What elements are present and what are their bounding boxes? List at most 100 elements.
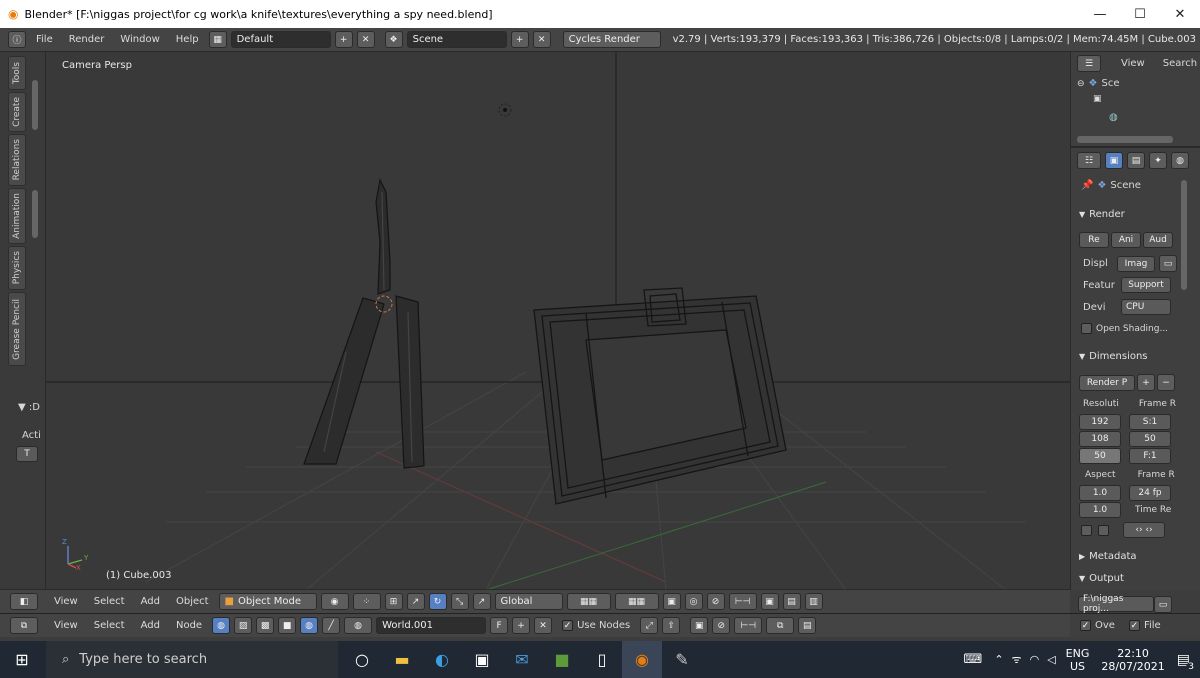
minecraft-icon[interactable]: ■	[542, 641, 582, 678]
minimize-button[interactable]: —	[1080, 0, 1120, 28]
scene-field[interactable]: Scene	[406, 31, 507, 48]
snap-node-icon[interactable]: ⤢	[640, 617, 659, 634]
layers-grid-2[interactable]: ▦▦	[614, 593, 659, 610]
outliner-search-menu[interactable]: Search	[1163, 58, 1197, 69]
snap-icon[interactable]: ⊘	[706, 593, 725, 610]
add-preset-icon[interactable]: +	[1137, 374, 1155, 391]
tab-create[interactable]: Create	[8, 92, 26, 132]
insert-offset-icon[interactable]: ⇧	[662, 617, 681, 634]
file-explorer-icon[interactable]: ▬	[382, 641, 422, 678]
remove-scene-icon[interactable]: ✕	[532, 31, 551, 48]
screen-layout-field[interactable]: Default	[230, 31, 331, 48]
resolution-y-field[interactable]: 108	[1079, 431, 1121, 447]
world-tab-icon[interactable]: ◍	[1171, 152, 1189, 169]
outliner-scene-item[interactable]: Sce	[1102, 78, 1120, 89]
3d-menu-object[interactable]: Object	[170, 596, 215, 607]
edge-browser-icon[interactable]: ◐	[422, 641, 462, 678]
add-scene-icon[interactable]: +	[510, 31, 529, 48]
output-panel-header[interactable]: ▼ Output	[1071, 568, 1196, 588]
fake-user-button[interactable]: F	[490, 617, 509, 634]
blender-taskbar-icon[interactable]: ◉	[622, 641, 662, 678]
outliner-view-menu[interactable]: View	[1121, 58, 1145, 69]
taskbar-search-box[interactable]: ⌕ Type here to search	[46, 641, 338, 678]
scene-icon[interactable]: ❖	[384, 31, 403, 48]
notifications-icon[interactable]: ▤ 3	[1177, 652, 1196, 672]
render-image-button[interactable]: Re	[1079, 232, 1109, 248]
translate-icon[interactable]: ↗	[406, 593, 425, 610]
properties-editor-icon[interactable]: ☷	[1077, 152, 1101, 169]
3d-view-editor-icon[interactable]: ◧	[10, 593, 38, 610]
document-icon[interactable]: ▯	[582, 641, 622, 678]
object-shader-icon[interactable]: ■	[278, 617, 297, 634]
paste-nodes-icon[interactable]: ▤	[798, 617, 817, 634]
lock-interface-icon[interactable]: ▭	[1159, 255, 1177, 272]
device-select[interactable]: CPU	[1121, 299, 1171, 315]
render-preset-select[interactable]: Render P	[1079, 374, 1135, 391]
microsoft-store-icon[interactable]: ▣	[462, 641, 502, 678]
remove-preset-icon[interactable]: −	[1157, 374, 1175, 391]
properties-scrollbar[interactable]	[1181, 180, 1187, 290]
render-animation-button[interactable]: Ani	[1111, 232, 1141, 248]
world-name-field[interactable]: World.001	[376, 617, 487, 634]
node-menu-add[interactable]: Add	[135, 620, 166, 631]
menu-window[interactable]: Window	[114, 34, 165, 45]
tool-shelf-section[interactable]: ▼ :D	[18, 402, 40, 413]
tab-physics[interactable]: Physics	[8, 246, 26, 290]
menu-file[interactable]: File	[30, 34, 59, 45]
shader-nodes-icon[interactable]: ◍	[212, 617, 231, 634]
wifi-icon[interactable]: ◠	[1030, 653, 1040, 666]
resolution-x-field[interactable]: 192	[1079, 414, 1121, 430]
tray-chevron-icon[interactable]: ⌃	[994, 653, 1003, 666]
dimensions-panel-header[interactable]: ▼ Dimensions	[1071, 346, 1196, 366]
resolution-percent-field[interactable]: 50	[1079, 448, 1121, 464]
tab-relations[interactable]: Relations	[8, 134, 26, 186]
outliner-editor-icon[interactable]: ☰	[1077, 55, 1101, 72]
scene-tab-icon[interactable]: ✦	[1149, 152, 1167, 169]
outliner-scrollbar[interactable]	[1077, 136, 1173, 143]
tab-grease-pencil[interactable]: Grease Pencil	[8, 292, 26, 366]
frame-step-field[interactable]: F:1	[1129, 448, 1171, 464]
manipulator-icon[interactable]: ⊞	[384, 593, 403, 610]
proportional-edit-icon[interactable]: ◎	[684, 593, 703, 610]
snap-grid-icon[interactable]: ⊘	[712, 617, 731, 634]
aspect-y-field[interactable]: 1.0	[1079, 502, 1121, 518]
backdrop-icon[interactable]: ▣	[690, 617, 709, 634]
editor-type-info-icon[interactable]: ⓘ	[8, 31, 26, 48]
render-layers-tab-icon[interactable]: ▤	[1127, 152, 1145, 169]
node-menu-select[interactable]: Select	[88, 620, 131, 631]
render-panel-header[interactable]: ▼ Render	[1071, 204, 1196, 224]
3d-viewport[interactable]: Camera Persp (1) Cube.003 Z Y X	[46, 52, 1070, 590]
menu-render[interactable]: Render	[63, 34, 111, 45]
world-shader-icon[interactable]: ◍	[300, 617, 319, 634]
world-datablock-icon[interactable]: ◍	[344, 617, 373, 634]
file-extensions-checkbox[interactable]: ✓	[1128, 620, 1140, 631]
line-style-icon[interactable]: ╱	[322, 617, 341, 634]
frame-rate-select[interactable]: 24 fp	[1129, 485, 1171, 501]
screen-layout-icon[interactable]: ▦	[208, 31, 227, 48]
close-button[interactable]: ✕	[1160, 0, 1200, 28]
time-remap-field[interactable]: ‹› ‹›	[1123, 522, 1165, 538]
move-icon[interactable]: ↗	[472, 593, 491, 610]
tool-shelf-scrollbar-2[interactable]	[32, 190, 38, 238]
overwrite-checkbox[interactable]: ✓	[1080, 620, 1091, 631]
node-menu-view[interactable]: View	[48, 620, 84, 631]
ime-icon[interactable]: ᯤ	[1012, 652, 1022, 667]
tool-shelf-scrollbar[interactable]	[32, 80, 38, 130]
volume-icon[interactable]: ◁	[1047, 653, 1055, 666]
node-menu-node[interactable]: Node	[170, 620, 208, 631]
render-preview-icon[interactable]: ▣	[760, 593, 779, 610]
copy-nodes-icon[interactable]: ⧉	[766, 617, 795, 634]
display-select[interactable]: Imag	[1117, 255, 1155, 272]
render-audio-button[interactable]: Aud	[1143, 232, 1173, 248]
compositing-nodes-icon[interactable]: ▨	[234, 617, 253, 634]
touch-keyboard-icon[interactable]: ⌨	[964, 652, 983, 667]
lock-layers-icon[interactable]: ▣	[662, 593, 681, 610]
aspect-x-field[interactable]: 1.0	[1079, 485, 1121, 501]
frame-start-field[interactable]: S:1	[1129, 414, 1171, 430]
taskbar-clock[interactable]: 22:10 28/07/2021	[1101, 647, 1164, 673]
add-layout-icon[interactable]: +	[334, 31, 353, 48]
opengl-anim-icon[interactable]: ▥	[804, 593, 823, 610]
browse-folder-icon[interactable]: ▭	[1154, 596, 1172, 613]
rotate-icon[interactable]: ↻	[428, 593, 447, 610]
tool-settings-button[interactable]: T	[16, 446, 38, 462]
